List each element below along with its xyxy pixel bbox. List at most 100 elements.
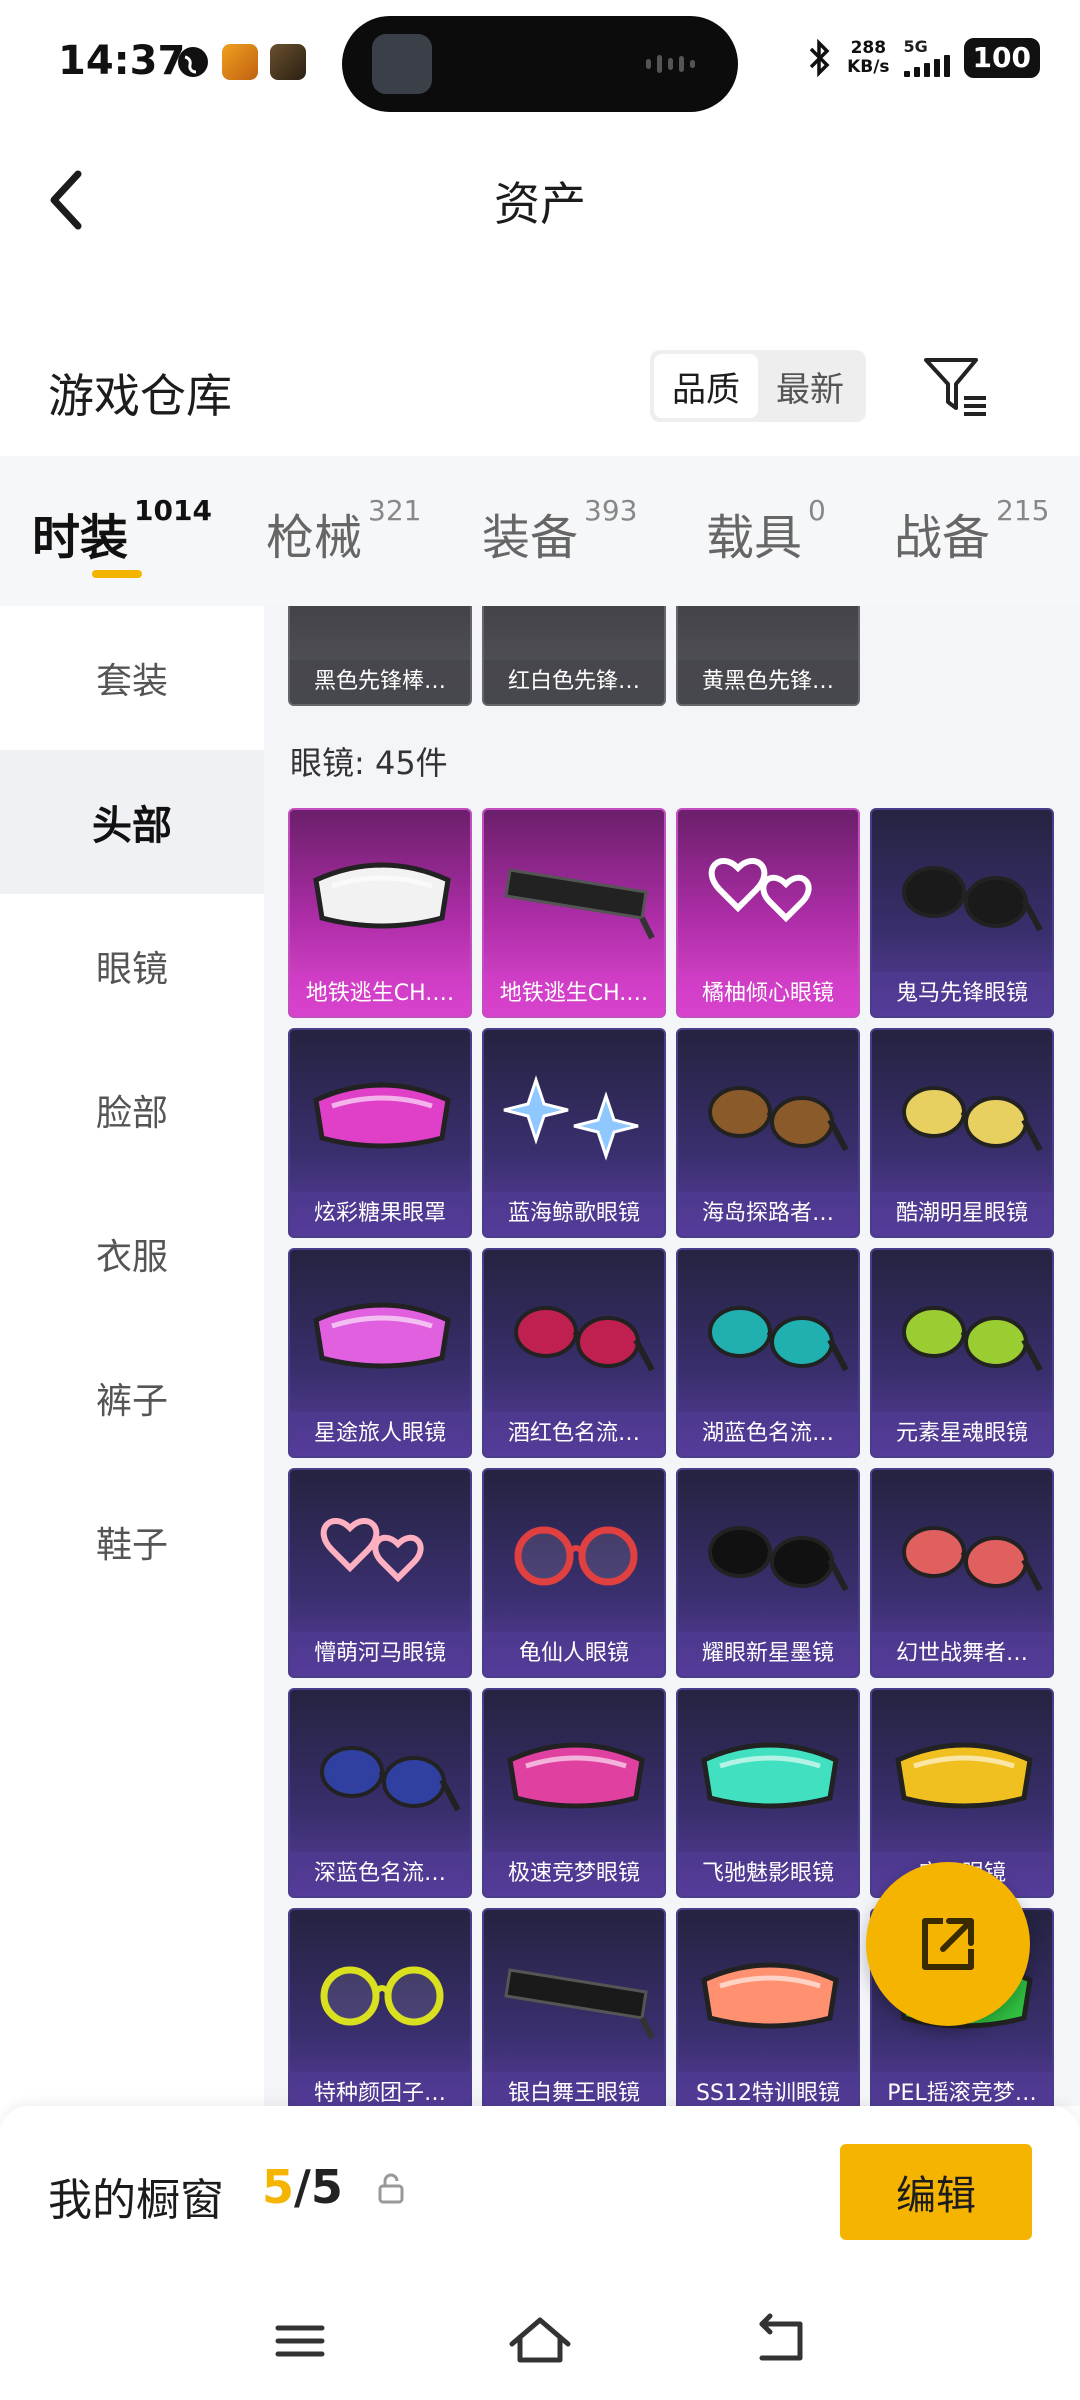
sidebar-item-pants[interactable]: 裤子 bbox=[0, 1326, 264, 1470]
item-label: 酷潮明星眼镜 bbox=[872, 1192, 1052, 1236]
tab-fashion[interactable]: 时装 1014 bbox=[32, 494, 212, 568]
tab-label: 时装 bbox=[32, 510, 129, 566]
dynamic-island[interactable] bbox=[342, 16, 738, 112]
visor-cyan-icon bbox=[701, 1742, 839, 1809]
heart-glasses-pink-icon bbox=[320, 1518, 424, 1583]
home-icon[interactable] bbox=[500, 2306, 580, 2376]
item-card[interactable]: SS12特训眼镜 bbox=[676, 1908, 860, 2106]
item-card[interactable]: 鬼马先锋眼镜 bbox=[870, 808, 1054, 1018]
section-label: 眼镜: 45件 bbox=[290, 744, 448, 782]
audio-wave-icon bbox=[646, 54, 702, 74]
item-label: 黑色先锋棒… bbox=[290, 660, 470, 704]
item-card[interactable]: 幻世战舞者… bbox=[870, 1468, 1054, 1678]
showcase-count-separator: / bbox=[294, 2160, 311, 2214]
aviator-wine-icon bbox=[514, 1306, 655, 1372]
lock-icon bbox=[378, 2173, 404, 2204]
sidebar-item-glasses[interactable]: 眼镜 bbox=[0, 894, 264, 1038]
back-nav-icon[interactable] bbox=[740, 2306, 820, 2376]
status-right-icons: 288 KB/s 5G 100 bbox=[807, 38, 1040, 78]
sidebar-item-face[interactable]: 脸部 bbox=[0, 1038, 264, 1182]
sort-option-quality[interactable]: 品质 bbox=[654, 354, 758, 418]
aviator-teal-icon bbox=[708, 1306, 849, 1372]
sort-toggle: 品质 最新 bbox=[650, 350, 866, 422]
candy-eyemask-pink-icon bbox=[313, 1082, 451, 1149]
item-label: 星途旅人眼镜 bbox=[290, 1412, 470, 1456]
sidebar-item-shoes[interactable]: 鞋子 bbox=[0, 1470, 264, 1614]
item-label: 元素星魂眼镜 bbox=[872, 1412, 1052, 1456]
item-card[interactable]: 特种颜团子… bbox=[288, 1908, 472, 2106]
sidebar-item-head[interactable]: 头部 bbox=[0, 750, 264, 894]
item-card[interactable]: 橘柚倾心眼镜 bbox=[676, 808, 860, 1018]
tab-label: 枪械 bbox=[266, 510, 363, 566]
item-label: 鬼马先锋眼镜 bbox=[872, 972, 1052, 1016]
active-tab-indicator bbox=[92, 570, 142, 578]
edit-button[interactable]: 编辑 bbox=[840, 2144, 1032, 2240]
tab-count: 393 bbox=[584, 494, 638, 527]
aviator-navy-icon bbox=[320, 1746, 461, 1812]
showcase-title: 我的橱窗 bbox=[48, 2175, 224, 2226]
tab-label: 装备 bbox=[482, 510, 579, 566]
item-card[interactable]: 龟仙人眼镜 bbox=[482, 1468, 666, 1678]
item-card[interactable]: 黄黑色先锋… bbox=[676, 606, 860, 706]
item-label: 深蓝色名流… bbox=[290, 1852, 470, 1896]
filter-icon[interactable] bbox=[920, 352, 992, 424]
status-bar: 14:37 288 KB/s 5G 100 bbox=[0, 0, 1080, 130]
shield-sunglasses-dark-icon bbox=[504, 1968, 655, 2040]
sidebar-item-clothes[interactable]: 衣服 bbox=[0, 1182, 264, 1326]
item-card[interactable]: 海岛探路者… bbox=[676, 1028, 860, 1238]
item-label: 黄黑色先锋… bbox=[678, 660, 858, 704]
sunglasses-green-icon bbox=[902, 1306, 1043, 1372]
status-time: 14:37 bbox=[58, 38, 186, 84]
item-card[interactable]: 元素星魂眼镜 bbox=[870, 1248, 1054, 1458]
menu-icon[interactable] bbox=[260, 2306, 340, 2376]
item-label: 酒红色名流… bbox=[484, 1412, 664, 1456]
tab-label: 战备 bbox=[894, 510, 991, 566]
item-card[interactable]: 酷潮明星眼镜 bbox=[870, 1028, 1054, 1238]
tab-count: 321 bbox=[368, 494, 422, 527]
sidebar-item-set[interactable]: 套装 bbox=[0, 606, 264, 750]
tab-label: 载具 bbox=[706, 510, 803, 566]
showcase-count-total: 5 bbox=[310, 2160, 343, 2214]
shield-sunglasses-black-icon bbox=[504, 868, 655, 940]
item-label: 炫彩糖果眼罩 bbox=[290, 1192, 470, 1236]
item-label: 海岛探路者… bbox=[678, 1192, 858, 1236]
subcategory-sidebar: 套装 头部 眼镜 脸部 衣服 裤子 鞋子 bbox=[0, 606, 264, 2106]
item-card[interactable]: 飞驰魅影眼镜 bbox=[676, 1688, 860, 1898]
tab-supplies[interactable]: 战备 215 bbox=[894, 494, 1049, 568]
tab-vehicles[interactable]: 载具 0 bbox=[706, 494, 826, 568]
tab-count: 215 bbox=[996, 494, 1050, 527]
tab-firearms[interactable]: 枪械 321 bbox=[266, 494, 421, 568]
showcase-count-value: 5 bbox=[262, 2160, 295, 2214]
tab-count: 0 bbox=[808, 494, 826, 527]
system-navigation-bar bbox=[0, 2286, 1080, 2400]
item-label: 蓝海鲸歌眼镜 bbox=[484, 1192, 664, 1236]
item-card[interactable]: 红白色先锋… bbox=[482, 606, 666, 706]
item-label: 特种颜团子… bbox=[290, 2072, 470, 2106]
network-speed-value: 288 bbox=[850, 38, 887, 58]
item-card[interactable]: 耀眼新星墨镜 bbox=[676, 1468, 860, 1678]
share-fab[interactable] bbox=[866, 1862, 1030, 2026]
item-label: SS12特训眼镜 bbox=[678, 2072, 858, 2106]
item-card[interactable]: 极速竞梦眼镜 bbox=[482, 1688, 666, 1898]
item-card[interactable]: 深蓝色名流… bbox=[288, 1688, 472, 1898]
tab-count: 1014 bbox=[134, 494, 212, 527]
sunglasses-dark-icon bbox=[708, 1526, 849, 1592]
item-card[interactable]: 蓝海鲸歌眼镜 bbox=[482, 1028, 666, 1238]
aviator-gold-icon bbox=[902, 1086, 1043, 1152]
item-card[interactable]: 湖蓝色名流… bbox=[676, 1248, 860, 1458]
nav-header: 资产 bbox=[0, 150, 1080, 250]
sort-option-newest[interactable]: 最新 bbox=[758, 354, 862, 418]
tab-equipment[interactable]: 装备 393 bbox=[482, 494, 637, 568]
item-card[interactable]: 地铁逃生CH.… bbox=[482, 808, 666, 1018]
network-speed: 288 KB/s bbox=[847, 39, 889, 77]
item-card[interactable]: 懵萌河马眼镜 bbox=[288, 1468, 472, 1678]
item-card[interactable]: 地铁逃生CH.… bbox=[288, 808, 472, 1018]
item-card[interactable]: 星途旅人眼镜 bbox=[288, 1248, 472, 1458]
aviator-brown-icon bbox=[708, 1086, 849, 1152]
item-label: 橘柚倾心眼镜 bbox=[678, 972, 858, 1016]
item-card[interactable]: 黑色先锋棒… bbox=[288, 606, 472, 706]
item-card[interactable]: 银白舞王眼镜 bbox=[482, 1908, 666, 2106]
page-title: 资产 bbox=[494, 177, 586, 231]
item-card[interactable]: 酒红色名流… bbox=[482, 1248, 666, 1458]
item-card[interactable]: 炫彩糖果眼罩 bbox=[288, 1028, 472, 1238]
